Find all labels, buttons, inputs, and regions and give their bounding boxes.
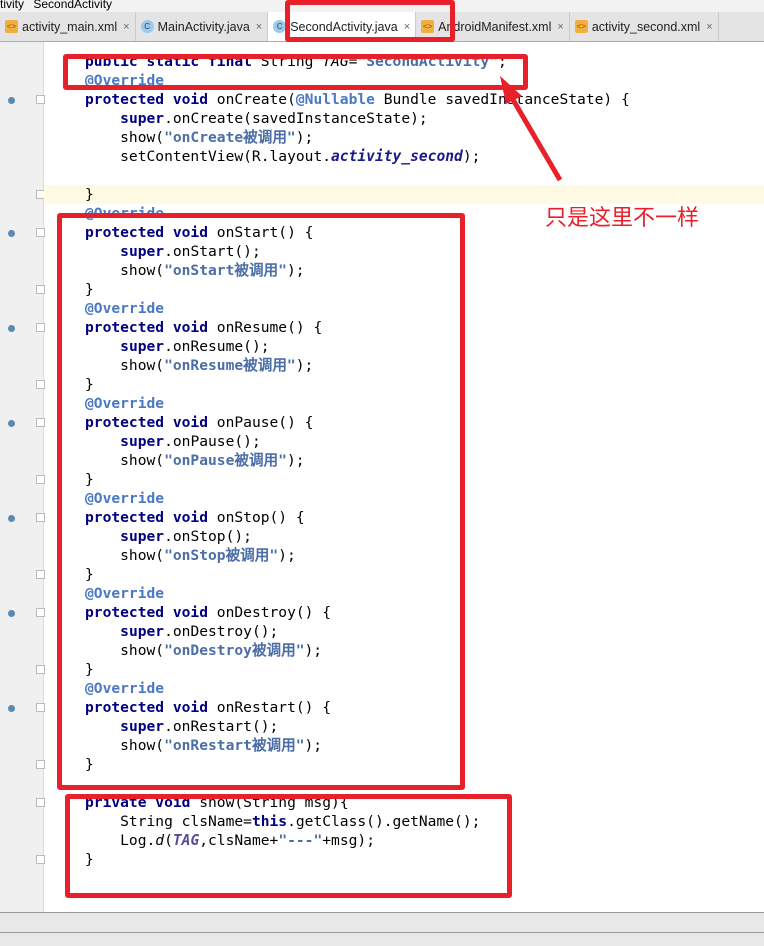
status-bar <box>0 912 764 946</box>
annotation-arrow <box>500 76 563 182</box>
annotation-note: 只是这里不一样 <box>545 206 700 231</box>
